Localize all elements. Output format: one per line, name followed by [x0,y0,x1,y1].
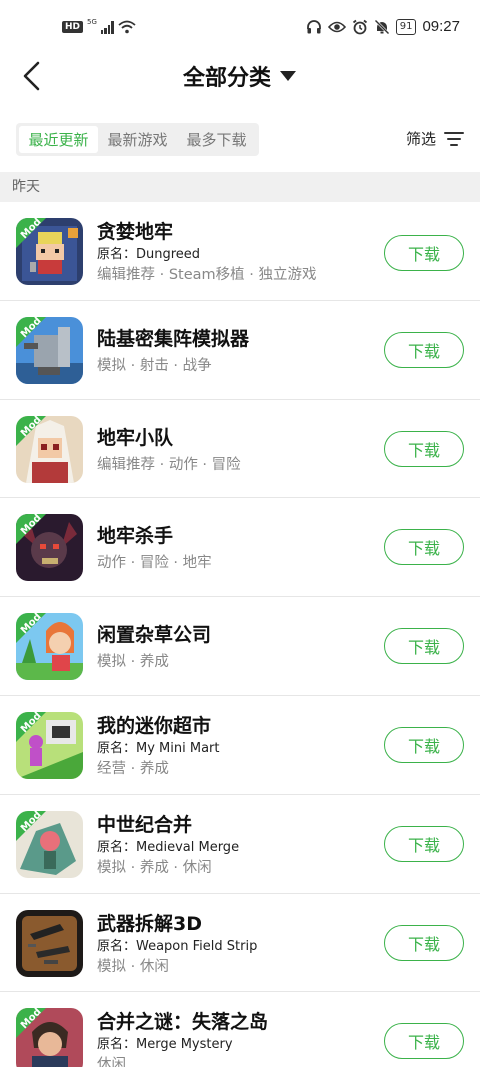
game-title: 武器拆解3D [97,912,202,935]
game-icon: Mod [16,218,83,285]
download-button[interactable]: 下载 [384,430,464,467]
mute-icon [374,19,390,34]
game-title: 陆基密集阵模拟器 [97,327,250,350]
game-info: 贪婪地牢 原名：Dungreed 编辑推荐 · Steam移植 · 独立游戏 [97,219,370,285]
game-info: 地牢小队 编辑推荐 · 动作 · 冒险 [97,425,370,475]
game-title: 贪婪地牢 [97,221,174,243]
game-original-name: 原名：Dungreed [97,247,201,262]
game-info: 地牢杀手 动作 · 冒险 · 地牢 [97,523,370,573]
game-tags: 编辑推荐 · Steam移植 · 独立游戏 [97,267,317,283]
game-tags: 模拟 · 养成 [97,654,169,671]
list-item[interactable]: Mod 地牢小队 编辑推荐 · 动作 · 冒险 下载 [0,400,480,499]
game-tags: 休闲 [97,1057,126,1067]
list-item[interactable]: Mod 地牢杀手 动作 · 冒险 · 地牢 下载 [0,498,480,598]
hd-badge: HD [62,21,84,33]
game-title: 地牢杀手 [97,525,174,548]
game-info: 陆基密集阵模拟器 模拟 · 射击 · 战争 [97,326,370,376]
game-icon: Mod [16,810,83,878]
download-button[interactable]: 下载 [384,924,464,961]
list-item[interactable]: Mod 陆基密集阵模拟器 模拟 · 射击 · 战争 下载 [0,301,480,400]
list-item[interactable]: Mod 闲置杂草公司 模拟 · 养成 下载 [0,597,480,696]
game-icon [16,909,83,977]
game-title: 中世纪合并 [97,813,193,836]
download-button[interactable]: 下载 [384,1023,464,1060]
list-item[interactable]: Mod 合并之谜：失落之岛 原名：Merge Mystery 休闲 下载 [0,992,480,1067]
download-button[interactable]: 下载 [384,529,464,566]
nav-bar: 全部分类 [0,56,480,96]
game-list: Mod 贪婪地牢 原名：Dungreed 编辑推荐 · Steam移植 · 独立… [0,202,480,1067]
game-original-name: 原名：Medieval Merge [97,839,240,855]
game-icon: Mod [16,711,83,779]
signal-icon [100,20,114,34]
game-icon: Mod [16,316,83,384]
game-icon: Mod [16,1008,83,1067]
status-bar: HD 5G 91 09:27 [0,0,480,56]
tab-recent-update[interactable]: 最近更新 [19,126,98,153]
game-icon: Mod [16,415,83,483]
download-button[interactable]: 下载 [384,726,464,763]
list-item[interactable]: Mod 中世纪合并 原名：Medieval Merge 模拟 · 养成 · 休闲… [0,795,480,894]
game-title: 地牢小队 [97,426,174,449]
game-original-name: 原名：My Mini Mart [97,740,220,756]
game-title: 我的迷你超市 [97,714,212,737]
tab-newest-games[interactable]: 最新游戏 [98,126,177,153]
download-button[interactable]: 下载 [384,331,464,368]
tab-most-downloads[interactable]: 最多下载 [177,126,256,153]
wifi-icon [118,20,136,34]
category-dropdown[interactable]: 全部分类 [0,60,480,92]
list-item[interactable]: 武器拆解3D 原名：Weapon Field Strip 模拟 · 休闲 下载 [0,894,480,993]
filter-label: 筛选 [405,130,436,148]
game-title: 闲置杂草公司 [97,624,212,647]
section-header: 昨天 [0,172,480,202]
headphones-icon [306,19,321,33]
game-title: 合并之谜：失落之岛 [97,1011,269,1034]
game-info: 我的迷你超市 原名：My Mini Mart 经营 · 养成 [97,713,370,779]
alarm-icon [352,19,367,34]
game-info: 合并之谜：失落之岛 原名：Merge Mystery 休闲 [97,1009,370,1067]
game-tags: 模拟 · 养成 · 休闲 [97,859,212,876]
game-tags: 编辑推荐 · 动作 · 冒险 [97,456,241,473]
list-item[interactable]: Mod 贪婪地牢 原名：Dungreed 编辑推荐 · Steam移植 · 独立… [0,202,480,301]
network-label: 5G [87,18,97,26]
eye-icon [327,21,346,32]
status-left: HD 5G [62,18,136,34]
game-tags: 模拟 · 射击 · 战争 [97,357,212,374]
game-icon: Mod [16,514,83,582]
game-tags: 动作 · 冒险 · 地牢 [97,555,212,572]
game-original-name: 原名：Weapon Field Strip [97,938,258,954]
filter-lines-icon [444,131,464,146]
game-info: 闲置杂草公司 模拟 · 养成 [97,622,370,672]
download-button[interactable]: 下载 [384,825,464,862]
clock: 09:27 [422,18,460,35]
game-icon: Mod [16,613,83,681]
game-tags: 经营 · 养成 [97,760,169,777]
game-original-name: 原名：Merge Mystery [97,1037,233,1053]
game-tags: 模拟 · 休闲 [97,958,169,975]
sort-tabs: 最近更新 最新游戏 最多下载 [16,123,259,156]
list-item[interactable]: Mod 我的迷你超市 原名：My Mini Mart 经营 · 养成 下载 [0,696,480,795]
caret-down-icon [280,71,296,81]
filter-button[interactable]: 筛选 [406,128,464,149]
game-info: 中世纪合并 原名：Medieval Merge 模拟 · 养成 · 休闲 [97,812,370,878]
battery-indicator: 91 [395,18,417,35]
page-title: 全部分类 [182,66,271,91]
game-info: 武器拆解3D 原名：Weapon Field Strip 模拟 · 休闲 [97,911,370,977]
download-button[interactable]: 下载 [384,628,464,665]
status-right: 91 09:27 [306,18,460,35]
download-button[interactable]: 下载 [384,235,464,271]
